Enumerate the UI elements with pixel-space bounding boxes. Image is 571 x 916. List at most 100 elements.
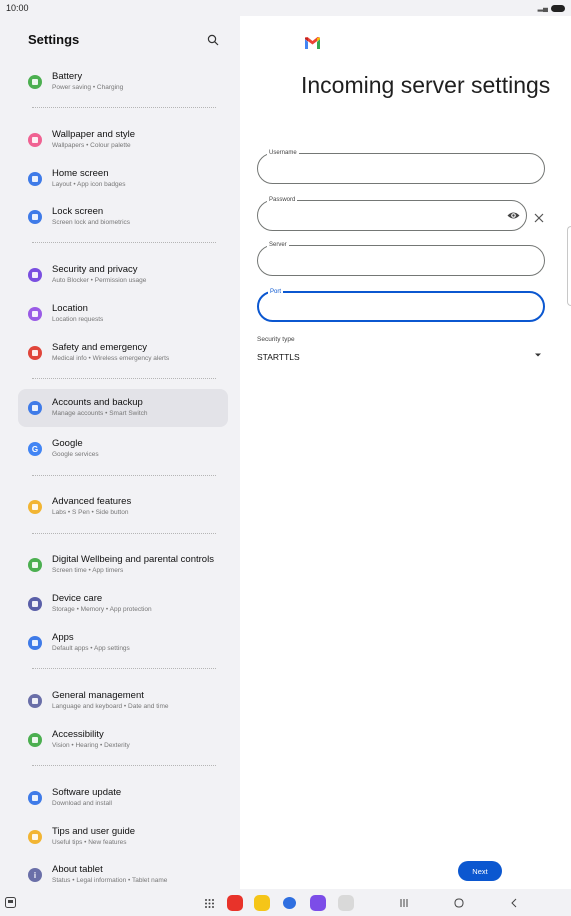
item-title: Safety and emergency xyxy=(52,342,148,353)
item-title: Tips and user guide xyxy=(52,826,136,837)
close-icon[interactable] xyxy=(533,212,545,224)
status-bar: 10:00 ▂▄ xyxy=(0,0,571,16)
item-subtitle: Google services xyxy=(52,451,99,458)
dropdown-arrow-icon[interactable] xyxy=(534,352,542,358)
info-icon: i xyxy=(28,868,42,882)
emergency-icon xyxy=(28,346,42,360)
settings-item-home-screen[interactable]: Home screen Layout • App icon badges xyxy=(18,160,228,198)
item-title: Device care xyxy=(52,593,103,604)
item-subtitle: Medical info • Wireless emergency alerts xyxy=(52,355,170,362)
username-field[interactable]: Username xyxy=(257,149,545,184)
item-subtitle: Manage accounts • Smart Switch xyxy=(52,410,148,417)
item-subtitle: Vision • Hearing • Dexterity xyxy=(52,742,130,749)
port-input[interactable] xyxy=(269,299,499,317)
security-type-select[interactable]: STARTTLS xyxy=(257,352,300,362)
app-drawer-icon[interactable] xyxy=(204,898,215,909)
next-button[interactable]: Next xyxy=(458,861,502,881)
settings-item-wallpaper[interactable]: Wallpaper and style Wallpapers • Colour p… xyxy=(18,121,228,159)
item-subtitle: Power saving • Charging xyxy=(52,84,124,91)
settings-item-accounts[interactable]: Accounts and backup Manage accounts • Sma… xyxy=(18,389,228,427)
settings-item-software-update[interactable]: Software update Download and install xyxy=(18,779,228,817)
settings-item-device-care[interactable]: Device care Storage • Memory • App protec… xyxy=(18,585,228,623)
settings-header: Settings xyxy=(28,32,220,47)
settings-item-general-management[interactable]: General management Language and keyboard … xyxy=(18,682,228,720)
divider xyxy=(32,668,216,669)
password-label: Password xyxy=(267,196,298,204)
username-label: Username xyxy=(267,149,299,157)
item-title: General management xyxy=(52,690,144,701)
recent-apps-icon[interactable] xyxy=(399,898,409,908)
security-type-label: Security type xyxy=(257,336,295,343)
settings-item-accessibility[interactable]: Accessibility Vision • Hearing • Dexterit… xyxy=(18,721,228,759)
search-icon[interactable] xyxy=(206,33,220,47)
item-subtitle: Location requests xyxy=(52,316,104,323)
page-title: Incoming server settings xyxy=(301,72,551,98)
settings-item-lock-screen[interactable]: Lock screen Screen lock and biometrics xyxy=(18,198,228,236)
gear-icon xyxy=(28,500,42,514)
username-input[interactable] xyxy=(268,160,498,178)
item-subtitle: Labs • S Pen • Side button xyxy=(52,509,129,516)
item-title: Home screen xyxy=(52,168,109,179)
port-label: Port xyxy=(268,288,284,296)
wallpaper-icon xyxy=(28,133,42,147)
settings-item-google[interactable]: G Google Google services xyxy=(18,430,228,468)
home-button-icon[interactable] xyxy=(454,898,464,908)
sliders-icon xyxy=(28,694,42,708)
update-icon xyxy=(28,791,42,805)
item-title: Accessibility xyxy=(52,729,104,740)
item-title: Apps xyxy=(52,632,74,643)
server-label: Server xyxy=(267,241,289,249)
status-time: 10:00 xyxy=(6,3,29,13)
item-subtitle: Layout • App icon badges xyxy=(52,181,126,188)
item-subtitle: Auto Blocker • Permission usage xyxy=(52,277,147,284)
dock-app-folder-icon[interactable] xyxy=(254,895,270,911)
server-field[interactable]: Server xyxy=(257,241,545,276)
divider xyxy=(32,533,216,534)
item-subtitle: Storage • Memory • App protection xyxy=(52,606,152,613)
dock-app-browser-icon[interactable] xyxy=(310,895,326,911)
port-field[interactable]: Port xyxy=(257,288,545,322)
dock-app-messages-icon[interactable] xyxy=(283,897,296,909)
battery-icon xyxy=(551,4,565,12)
item-title: Security and privacy xyxy=(52,264,138,275)
location-pin-icon xyxy=(28,307,42,321)
item-title: Advanced features xyxy=(52,496,132,507)
dock-app-red-icon[interactable] xyxy=(227,895,243,911)
settings-item-apps[interactable]: Apps Default apps • App settings xyxy=(18,624,228,662)
battery-setting-icon xyxy=(28,75,42,89)
back-icon[interactable] xyxy=(509,898,519,908)
item-subtitle: Language and keyboard • Date and time xyxy=(52,703,169,710)
accessibility-icon xyxy=(28,733,42,747)
item-title: Battery xyxy=(52,71,83,82)
password-input[interactable] xyxy=(268,207,498,225)
settings-item-tips[interactable]: Tips and user guide Useful tips • New fea… xyxy=(18,818,228,856)
item-title: Accounts and backup xyxy=(52,397,143,408)
item-title: Digital Wellbeing and parental controls xyxy=(52,554,214,565)
item-title: About tablet xyxy=(52,864,103,875)
gmail-logo-icon xyxy=(305,37,320,49)
navigation-bar xyxy=(0,889,571,916)
divider xyxy=(32,107,216,108)
home-icon xyxy=(28,172,42,186)
settings-item-advanced[interactable]: Advanced features Labs • S Pen • Side but… xyxy=(18,488,228,526)
lightbulb-icon xyxy=(28,830,42,844)
settings-item-safety[interactable]: Safety and emergency Medical info • Wirel… xyxy=(18,334,228,372)
google-icon: G xyxy=(28,442,42,456)
server-input[interactable] xyxy=(268,252,498,270)
item-title: Software update xyxy=(52,787,122,798)
settings-item-security[interactable]: Security and privacy Auto Blocker • Permi… xyxy=(18,256,228,294)
password-field[interactable]: Password xyxy=(257,196,527,231)
dock-app-camera-icon[interactable] xyxy=(338,895,354,911)
sync-icon xyxy=(28,401,42,415)
incoming-server-panel: Incoming server settings Username Passwo… xyxy=(240,16,571,889)
settings-item-location[interactable]: Location Location requests xyxy=(18,295,228,333)
item-title: Wallpaper and style xyxy=(52,129,136,140)
shield-icon xyxy=(28,268,42,282)
keyboard-toggle-icon[interactable] xyxy=(5,897,16,908)
settings-item-wellbeing[interactable]: Digital Wellbeing and parental controls S… xyxy=(18,546,228,584)
item-subtitle: Screen time • App timers xyxy=(52,567,124,574)
settings-item-battery[interactable]: Battery Power saving • Charging xyxy=(18,63,228,101)
edge-panel-handle[interactable] xyxy=(567,226,571,306)
item-subtitle: Useful tips • New features xyxy=(52,839,127,846)
eye-icon[interactable] xyxy=(507,209,520,222)
